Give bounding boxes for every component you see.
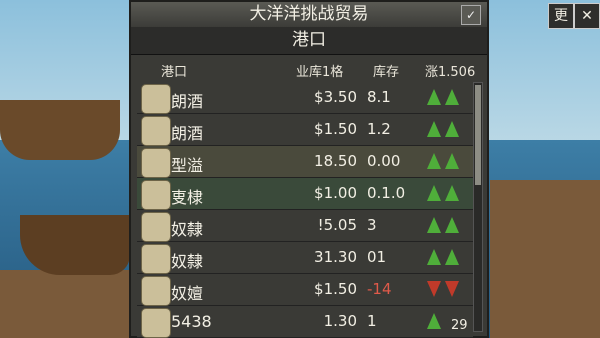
goods-name: 奴隸 — [171, 220, 204, 239]
close-button[interactable]: ✕ — [574, 3, 600, 29]
trend-arrows: 29 — [427, 313, 468, 333]
arrow-up-icon — [445, 217, 459, 233]
goods-price: 18.50 — [314, 152, 357, 170]
goods-stock: 01 — [367, 248, 387, 266]
goods-price: 31.30 — [314, 248, 357, 266]
goods-name: 型溢 — [171, 156, 204, 175]
goods-icon — [141, 116, 171, 146]
goods-price: 1.30 — [323, 312, 357, 330]
goods-price: $1.50 — [314, 120, 357, 138]
scrollbar-thumb[interactable] — [475, 85, 481, 185]
goods-name: 叓棣 — [171, 188, 204, 207]
arrow-down-icon — [427, 281, 441, 297]
arrow-up-icon — [427, 249, 441, 265]
goods-stock: 3 — [367, 216, 377, 234]
arrow-down-icon — [445, 281, 459, 297]
arrow-up-icon — [427, 185, 441, 201]
goods-price: $1.50 — [314, 280, 357, 298]
header-trend: 涨1.506 — [425, 65, 476, 80]
trend-arrows — [427, 281, 463, 301]
goods-name: 奴隸 — [171, 252, 204, 271]
goods-price: $1.00 — [314, 184, 357, 202]
goods-icon — [141, 276, 171, 306]
goods-name: 奴嬗 — [171, 284, 204, 303]
arrow-up-icon — [445, 121, 459, 137]
goods-name: 5438 — [171, 312, 212, 331]
scrollbar[interactable] — [473, 82, 483, 332]
goods-row[interactable]: 奴嬗 $1.50 -14 — [137, 274, 473, 306]
arrow-up-icon — [445, 153, 459, 169]
panel-subtitle: 港口 — [131, 27, 487, 55]
table-header: 港口 业库1格 库存 涨1.506 — [131, 57, 487, 81]
trend-arrows — [427, 89, 463, 109]
goods-row[interactable]: 奴隸 !5.05 3 — [137, 210, 473, 242]
dock-left — [0, 270, 130, 338]
goods-row[interactable]: 奴隸 31.30 01 — [137, 242, 473, 274]
goods-stock: 0.1.0 — [367, 184, 406, 202]
goods-icon — [141, 308, 171, 338]
trend-arrows — [427, 153, 463, 173]
goods-icon — [141, 180, 171, 210]
arrow-up-icon — [427, 313, 441, 329]
goods-icon — [141, 244, 171, 274]
arrow-up-icon — [427, 89, 441, 105]
goods-name: 朗酒 — [171, 124, 204, 143]
header-price: 业库1格 — [296, 65, 344, 80]
trend-arrows — [427, 217, 463, 237]
goods-row[interactable]: 型溢 18.50 0.00 — [137, 146, 473, 178]
goods-row[interactable]: 朗酒 $3.50 8.1 — [137, 82, 473, 114]
ship-hull-left — [0, 100, 120, 160]
goods-stock: -14 — [367, 280, 392, 298]
dock-right — [490, 180, 600, 338]
header-port: 港口 — [161, 65, 188, 80]
arrow-up-icon — [427, 153, 441, 169]
goods-name: 朗酒 — [171, 92, 204, 111]
goods-row[interactable]: 朗酒 $1.50 1.2 — [137, 114, 473, 146]
panel-title: 大洋洋挑战贸易 — [131, 2, 487, 27]
trade-panel: 大洋洋挑战贸易 ✓ 港口 港口 业库1格 库存 涨1.506 朗酒 $3.50 8.… — [129, 0, 489, 338]
goods-row[interactable]: 5438 1.30 1 29 — [137, 306, 473, 338]
language-button[interactable]: 更 — [548, 3, 574, 29]
goods-row[interactable]: 叓棣 $1.00 0.1.0 — [137, 178, 473, 210]
arrow-up-icon — [445, 249, 459, 265]
arrow-up-icon — [445, 89, 459, 105]
goods-stock: 1.2 — [367, 120, 391, 138]
goods-stock: 1 — [367, 312, 377, 330]
trend-arrows — [427, 121, 463, 141]
goods-stock: 8.1 — [367, 88, 391, 106]
goods-price: $3.50 — [314, 88, 357, 106]
goods-price: !5.05 — [317, 216, 357, 234]
ship-hull-boat — [20, 215, 130, 275]
goods-icon — [141, 212, 171, 242]
goods-icon — [141, 84, 171, 114]
goods-extra: 29 — [451, 318, 468, 333]
arrow-up-icon — [427, 217, 441, 233]
goods-stock: 0.00 — [367, 152, 401, 170]
goods-icon — [141, 148, 171, 178]
header-stock: 库存 — [373, 65, 400, 80]
trend-arrows — [427, 185, 463, 205]
trend-arrows — [427, 249, 463, 269]
arrow-up-icon — [445, 185, 459, 201]
confirm-check-icon[interactable]: ✓ — [461, 5, 481, 25]
panel-title-text: 大洋洋挑战贸易 — [249, 4, 369, 24]
arrow-up-icon — [427, 121, 441, 137]
